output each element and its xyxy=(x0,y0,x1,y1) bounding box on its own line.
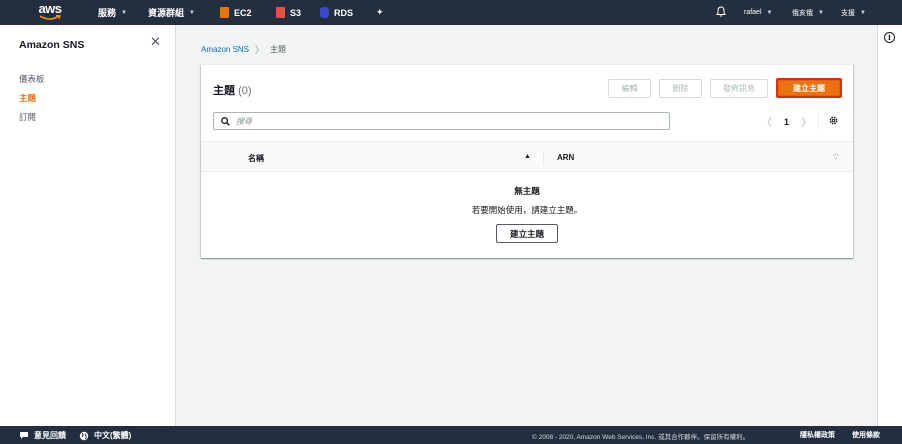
footer-left: 意見回饋 中文(繁體) xyxy=(19,430,131,441)
chevron-down-icon: ▼ xyxy=(766,9,773,16)
s3-shortcut[interactable]: S3 xyxy=(276,0,301,25)
divider xyxy=(818,112,819,129)
create-topic-button[interactable]: 建立主題 xyxy=(776,78,842,98)
globe-icon xyxy=(79,431,89,440)
help-rail: i xyxy=(877,25,902,426)
empty-state-description: 若要開始使用，請建立主題。 xyxy=(471,205,583,215)
sidebar-item-topics[interactable]: 主題 xyxy=(19,92,36,104)
search-input[interactable]: 搜尋 xyxy=(213,112,670,130)
breadcrumb: Amazon SNS 〉 主題 xyxy=(201,43,286,56)
empty-state-title: 無主題 xyxy=(514,186,540,196)
rds-shortcut[interactable]: RDS xyxy=(320,0,353,25)
ec2-icon xyxy=(220,7,229,18)
panel-title: 主題 (0) xyxy=(213,82,252,98)
page-number[interactable]: 1 xyxy=(784,117,789,127)
column-header-name[interactable]: 名稱 xyxy=(248,153,264,164)
search-placeholder: 搜尋 xyxy=(236,116,252,126)
panel-title-text: 主題 xyxy=(213,85,235,97)
language-selector[interactable]: 中文(繁體) xyxy=(94,430,131,441)
topic-count: (0) xyxy=(238,85,252,97)
empty-create-topic-button[interactable]: 建立主題 xyxy=(496,224,558,243)
chevron-left-icon[interactable]: 〈 xyxy=(761,114,772,130)
column-header-arn[interactable]: ARN xyxy=(557,153,574,162)
user-label: rafael xyxy=(744,9,762,16)
chevron-down-icon: ▼ xyxy=(121,9,127,16)
close-icon[interactable]: ✕ xyxy=(150,35,161,49)
resource-groups-menu[interactable]: 資源群組 ▼ xyxy=(148,0,195,25)
services-menu[interactable]: 服務 ▼ xyxy=(98,0,127,25)
bell-icon[interactable] xyxy=(716,6,726,17)
aws-logo[interactable]: aws xyxy=(37,1,63,23)
sort-icon[interactable]: ▽ xyxy=(833,153,838,161)
breadcrumb-root-link[interactable]: Amazon SNS xyxy=(201,45,249,54)
top-nav: aws 服務 ▼ 資源群組 ▼ EC2 S3 RDS ✦ rafael ▼ 俄亥… xyxy=(0,0,902,25)
table-header: 名稱 ▲ ARN ▽ xyxy=(201,141,853,172)
chevron-right-icon: 〉 xyxy=(255,45,265,55)
aws-smile-icon xyxy=(39,15,61,20)
footer: 意見回饋 中文(繁體) © 2008 - 2020, Amazon Web Se… xyxy=(0,426,902,444)
s3-label: S3 xyxy=(290,7,302,18)
chevron-down-icon: ▼ xyxy=(860,9,866,16)
publish-message-button[interactable]: 發佈訊息 xyxy=(710,79,768,98)
resource-groups-label: 資源群組 xyxy=(148,8,185,18)
gear-icon[interactable] xyxy=(828,115,839,126)
services-label: 服務 xyxy=(98,8,117,18)
sort-ascending-icon[interactable]: ▲ xyxy=(524,153,531,160)
chevron-down-icon: ▼ xyxy=(818,9,824,16)
edit-button[interactable]: 編輯 xyxy=(608,79,651,98)
support-label: 支援 xyxy=(841,9,855,17)
sidebar: Amazon SNS ✕ 儀表板 主題 訂閱 xyxy=(0,25,176,426)
chevron-down-icon: ▼ xyxy=(189,9,195,16)
support-menu[interactable]: 支援 ▼ xyxy=(841,0,866,25)
column-divider xyxy=(543,150,544,165)
region-menu[interactable]: 俄亥俄 ▼ xyxy=(792,0,824,25)
privacy-policy-link[interactable]: 隱私權政策 xyxy=(800,430,835,440)
sidebar-title: Amazon SNS xyxy=(19,39,85,51)
user-menu[interactable]: rafael ▼ xyxy=(744,0,772,25)
topics-panel: 主題 (0) 編輯 刪除 發佈訊息 建立主題 搜尋 〈 1 〉 名稱 ▲ ARN… xyxy=(201,64,853,258)
info-icon[interactable]: i xyxy=(884,32,895,43)
pin-icon[interactable]: ✦ xyxy=(376,0,384,25)
feedback-icon xyxy=(20,432,28,439)
aws-logo-text: aws xyxy=(38,1,62,16)
terms-of-use-link[interactable]: 使用條款 xyxy=(852,430,880,440)
sidebar-item-dashboard[interactable]: 儀表板 xyxy=(19,73,45,85)
breadcrumb-current: 主題 xyxy=(270,45,287,54)
region-label: 俄亥俄 xyxy=(792,9,813,17)
s3-icon xyxy=(276,7,285,18)
ec2-shortcut[interactable]: EC2 xyxy=(220,0,252,25)
rds-icon xyxy=(320,7,329,18)
search-icon xyxy=(221,116,230,126)
sidebar-item-subscriptions[interactable]: 訂閱 xyxy=(19,111,36,123)
copyright-text: © 2008 - 2020, Amazon Web Services, Inc.… xyxy=(532,434,750,441)
ec2-label: EC2 xyxy=(234,7,252,18)
rds-label: RDS xyxy=(334,7,354,18)
pagination: 〈 1 〉 xyxy=(761,114,812,130)
delete-button[interactable]: 刪除 xyxy=(659,79,702,98)
feedback-link[interactable]: 意見回饋 xyxy=(34,430,66,441)
chevron-right-icon[interactable]: 〉 xyxy=(801,114,812,130)
